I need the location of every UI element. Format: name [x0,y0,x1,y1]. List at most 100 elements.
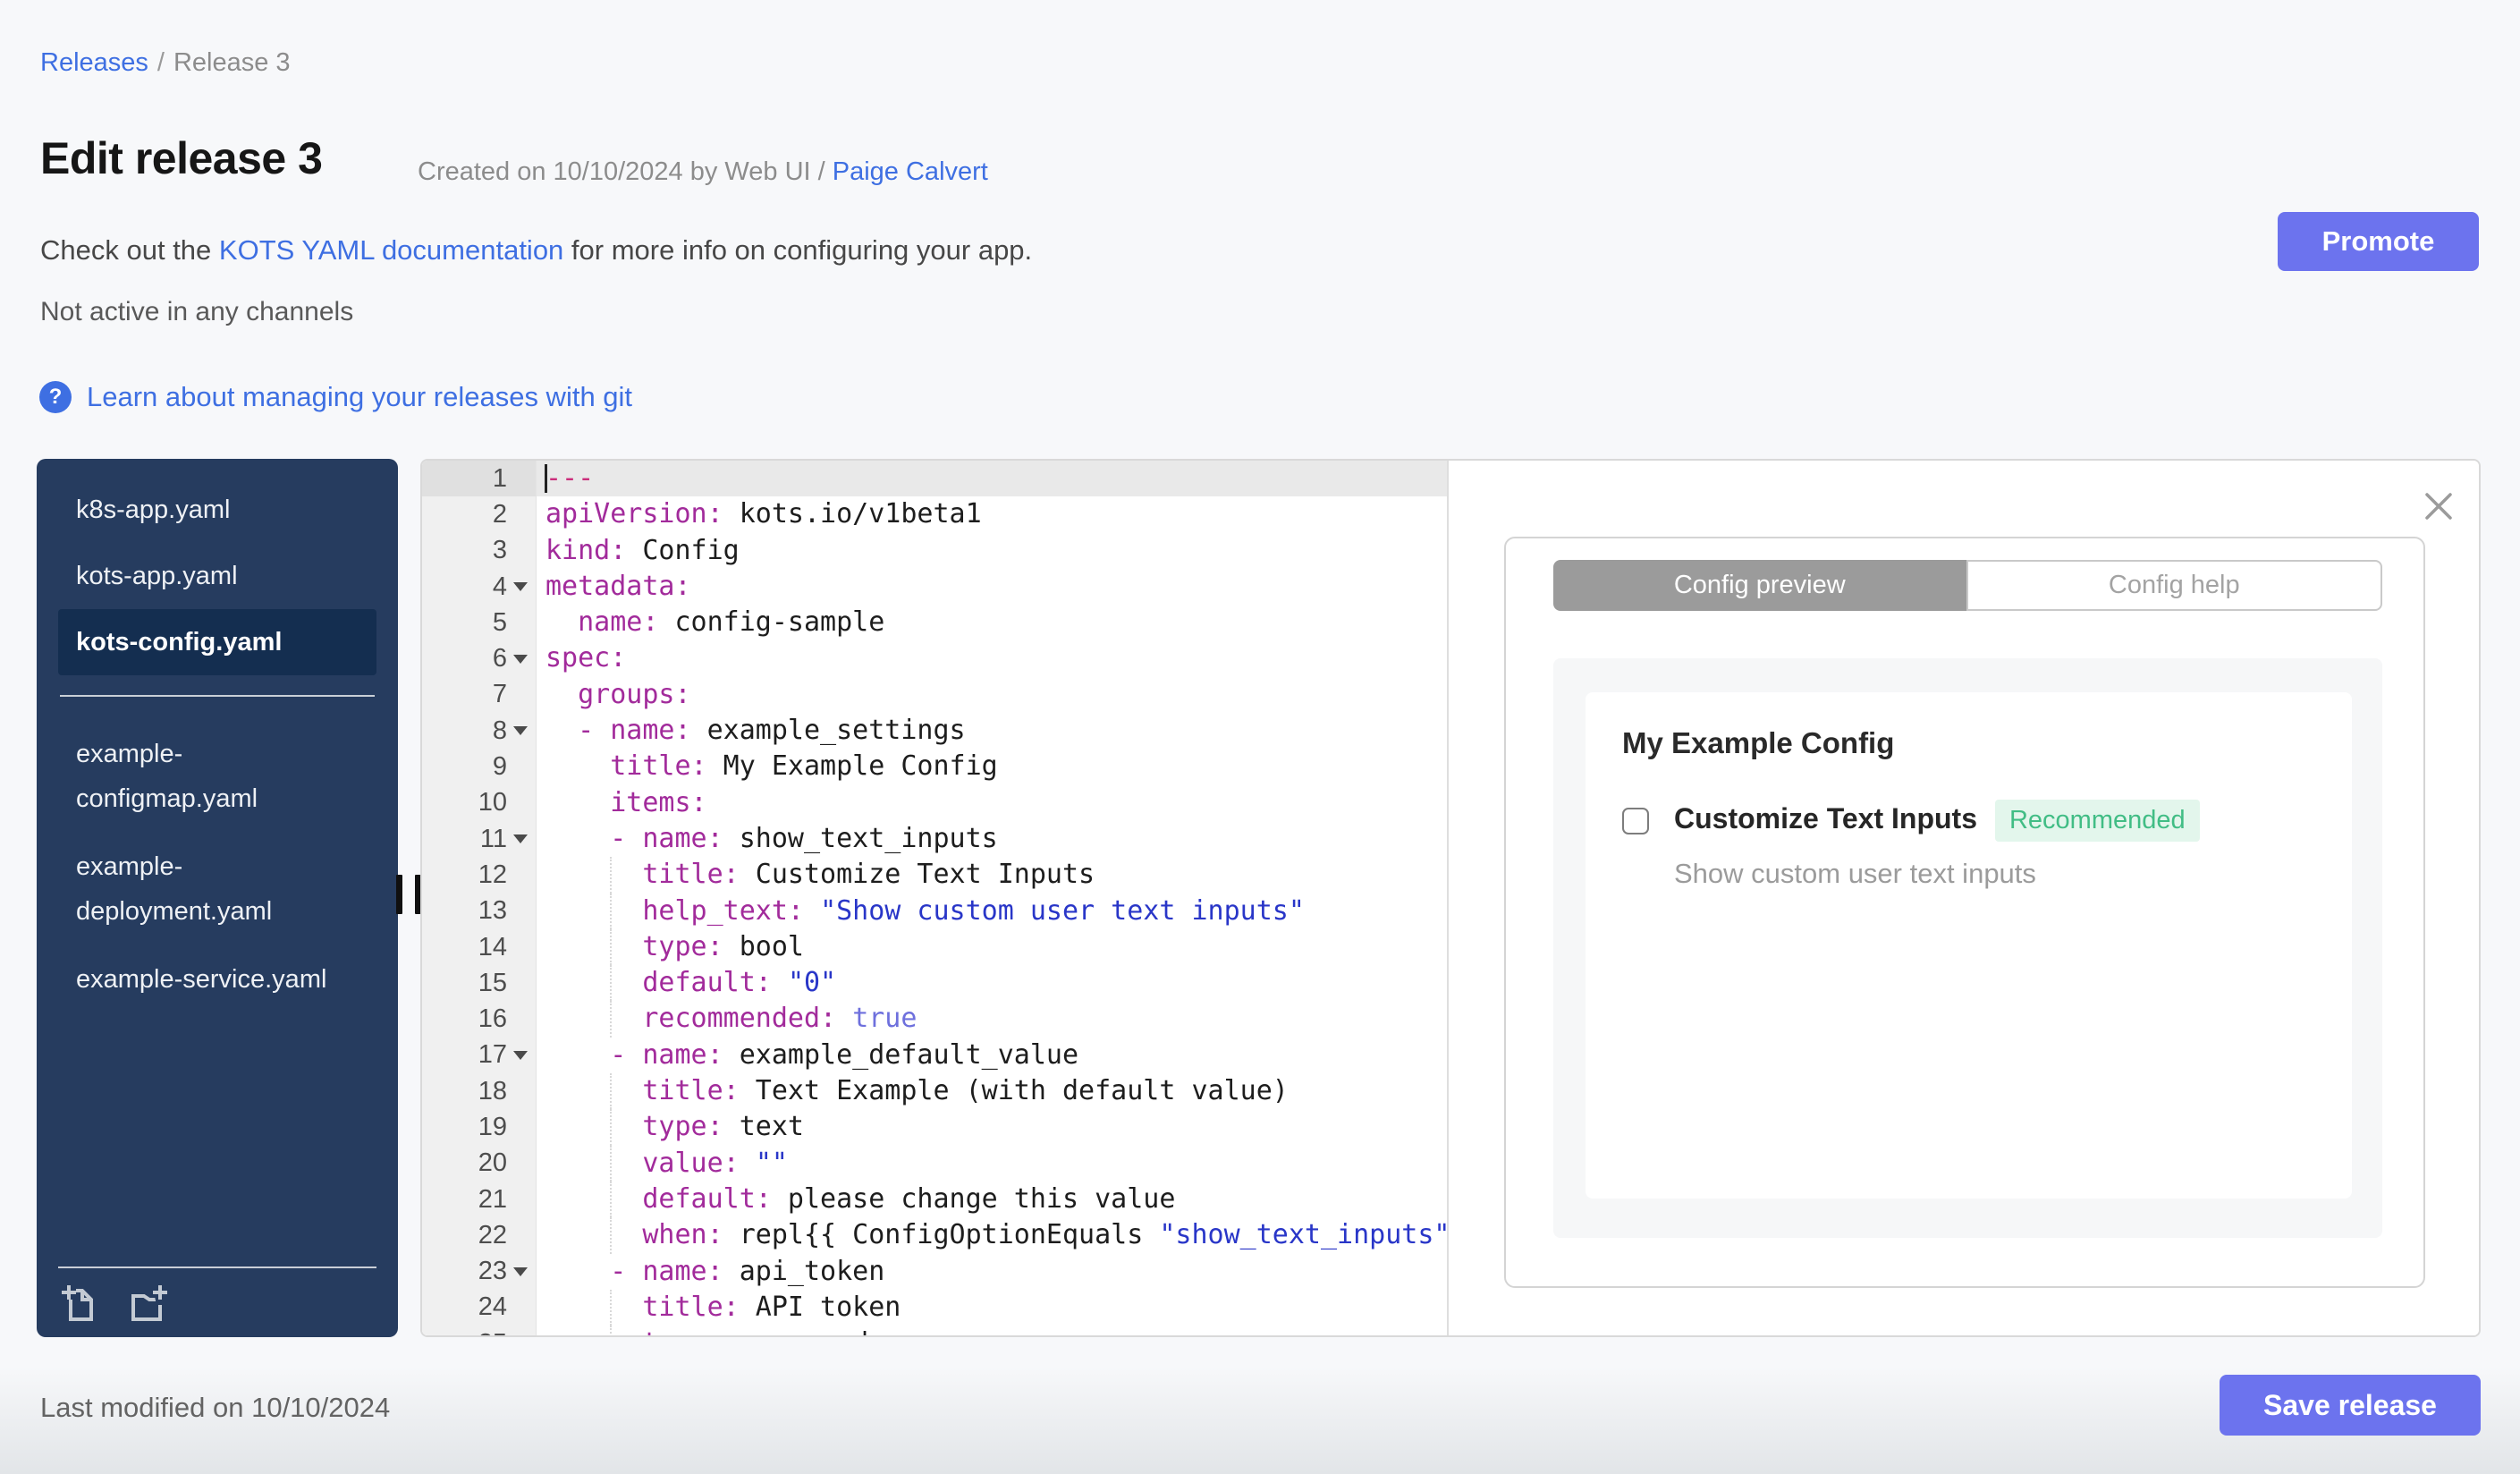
code-line: 20 value: "" [422,1145,1448,1182]
file-item-kots-config-selected[interactable]: kots-config.yaml [58,609,376,675]
gutter-cell: 11 [422,820,537,858]
gutter-cell: 16 [422,1001,537,1038]
code-text[interactable]: apiVersion: kots.io/v1beta1 [537,496,1448,532]
promote-button[interactable]: Promote [2278,212,2479,271]
code-text[interactable]: type: text [537,1109,1448,1146]
code-text[interactable]: title: Customize Text Inputs [537,857,1448,894]
code-text[interactable]: - name: example_settings [537,713,1448,749]
config-preview-body: My Example Config Customize Text Inputs R… [1553,658,2382,1238]
gutter-cell: 23 [422,1253,537,1290]
line-number: 1 [492,463,507,493]
code-line: 5 name: config-sample [422,605,1448,641]
yaml-editor[interactable]: 1 --- 2 apiVersion: kots.io/v1beta1 3 kind: C… [422,461,1448,1335]
config-group-title: My Example Config [1622,726,1895,759]
gutter-cell: 2 [422,496,537,533]
code-line: 22 when: repl{{ ConfigOptionEquals "show… [422,1217,1448,1254]
code-text[interactable]: default: "0" [537,965,1448,1002]
gutter-cell: 4 [422,568,537,606]
docs-suffix: for more info on configuring your app. [563,234,1033,266]
line-number: 16 [478,1004,507,1034]
code-text[interactable]: when: repl{{ ConfigOptionEquals "show_te… [537,1217,1448,1254]
code-text[interactable]: kind: Config [537,533,1448,569]
code-text[interactable]: - name: api_token [537,1254,1448,1290]
config-item-help-text: Show custom user text inputs [1674,858,2036,889]
code-line: 8 - name: example_settings [422,713,1448,750]
fold-arrow-icon[interactable] [507,569,536,605]
code-text[interactable]: title: Text Example (with default value) [537,1073,1448,1110]
file-item-kots-app[interactable]: kots-app.yaml [58,543,376,609]
sidebar-divider [60,695,375,697]
file-tree-sidebar: k8s-app.yaml kots-app.yaml kots-config.y… [37,459,398,1337]
gutter-cell: 12 [422,857,537,894]
code-line: 11 - name: show_text_inputs [422,820,1448,858]
code-text[interactable]: help_text: "Show custom user text inputs… [537,893,1448,929]
close-icon[interactable] [2422,489,2456,523]
code-text[interactable]: value: "" [537,1145,1448,1182]
gutter-cell: 22 [422,1217,537,1254]
customize-text-inputs-checkbox[interactable] [1622,807,1649,834]
code-text[interactable]: - name: example_default_value [537,1038,1448,1073]
file-item-example-configmap[interactable]: example-configmap.yaml [58,720,376,833]
resize-handle-left[interactable] [396,875,421,914]
add-file-icon[interactable] [58,1282,101,1325]
config-tabbar: Config preview Config help [1553,560,2382,611]
code-text[interactable]: name: config-sample [537,605,1448,640]
code-text[interactable]: title: API token [537,1289,1448,1326]
code-text[interactable]: items: [537,785,1448,821]
gutter-cell: 1 [422,461,537,497]
code-text[interactable]: title: My Example Config [537,749,1448,784]
code-text[interactable]: recommended: true [537,1001,1448,1038]
indent-guide [610,1109,612,1146]
file-item-k8s-app[interactable]: k8s-app.yaml [58,477,376,543]
line-number: 12 [478,860,507,889]
gutter-cell: 10 [422,784,537,821]
code-text[interactable]: type: password [537,1326,1448,1335]
line-number: 9 [492,752,507,782]
docs-note: Check out the KOTS YAML documentation fo… [40,234,1032,267]
kots-yaml-docs-link[interactable]: KOTS YAML documentation [219,234,563,266]
code-line: 6 spec: [422,640,1448,677]
code-text[interactable]: --- [537,461,1448,497]
code-line: 15 default: "0" [422,965,1448,1002]
fold-arrow-icon[interactable] [507,713,536,749]
breadcrumb: Releases / Release 3 [40,48,291,78]
docs-prefix: Check out the [40,234,219,266]
fold-arrow-icon[interactable] [507,640,536,676]
line-number: 24 [478,1292,507,1322]
fold-arrow-icon[interactable] [507,821,536,857]
code-text[interactable]: metadata: [537,569,1448,605]
gutter-cell: 8 [422,713,537,750]
gutter-cell: 9 [422,749,537,785]
tab-config-preview[interactable]: Config preview [1553,560,1966,611]
git-releases-link[interactable]: Learn about managing your releases with … [87,381,632,413]
created-author-link[interactable]: Paige Calvert [833,157,988,186]
file-item-example-deployment[interactable]: example-deployment.yaml [58,833,376,945]
code-text[interactable]: default: please change this value [537,1181,1448,1218]
code-text[interactable]: - name: show_text_inputs [537,821,1448,857]
recommended-badge: Recommended [1994,800,2200,842]
save-release-button[interactable]: Save release [2220,1375,2481,1436]
code-text[interactable]: groups: [537,677,1448,713]
fold-arrow-icon[interactable] [507,1254,536,1290]
add-folder-icon[interactable] [124,1282,167,1325]
code-text[interactable]: spec: [537,640,1448,676]
channel-status: Not active in any channels [40,297,354,326]
code-text[interactable]: type: bool [537,928,1448,966]
breadcrumb-releases-link[interactable]: Releases [40,48,148,77]
fold-arrow-icon[interactable] [507,1038,536,1073]
config-item-row: Customize Text Inputs Recommended [1622,800,2315,842]
line-number: 5 [492,607,507,637]
line-number: 21 [478,1184,507,1214]
line-number: 2 [492,499,507,529]
code-line: 12 title: Customize Text Inputs [422,857,1448,894]
tab-config-help[interactable]: Config help [1966,560,2382,611]
line-number: 18 [478,1076,507,1106]
git-help-row: ? Learn about managing your releases wit… [39,381,632,413]
file-item-example-service[interactable]: example-service.yaml [58,945,376,1013]
line-number: 19 [478,1112,507,1141]
